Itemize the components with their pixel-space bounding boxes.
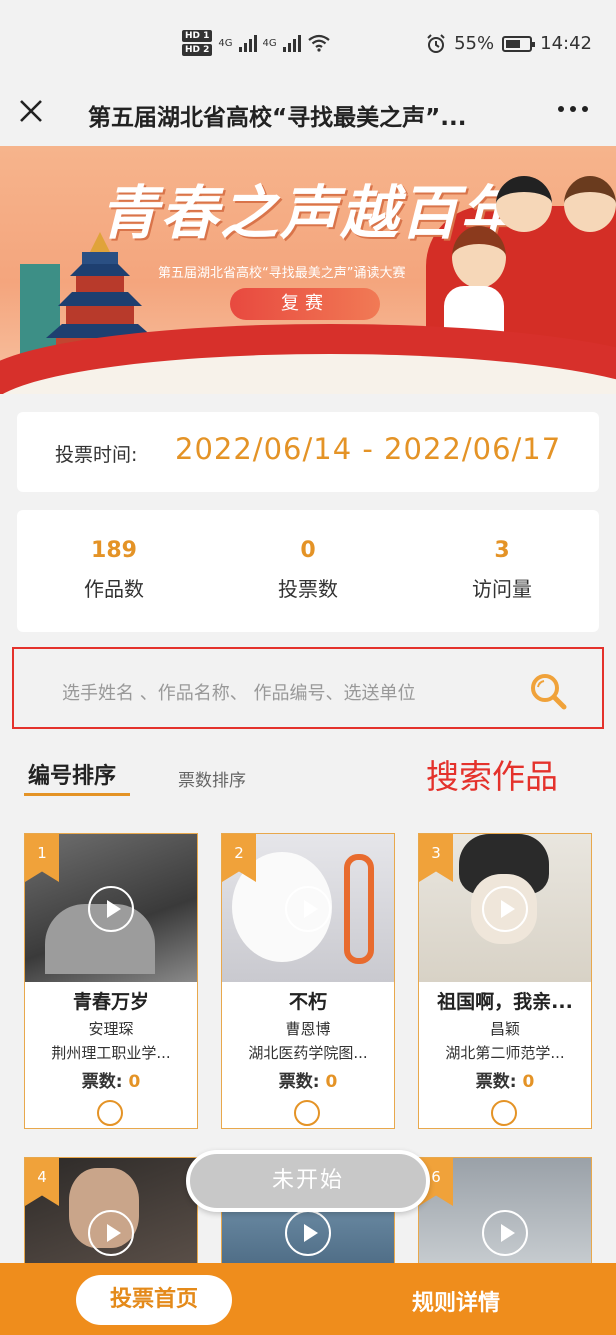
student-illustration-2 xyxy=(564,176,616,232)
vote-time-value: 2022/06/14 - 2022/06/17 xyxy=(175,432,562,466)
work-author: 安理琛 xyxy=(88,1020,134,1038)
play-icon[interactable] xyxy=(88,886,134,932)
sim-indicators: HD 1 HD 2 xyxy=(182,30,213,56)
battery-percent: 55% xyxy=(454,33,495,54)
work-title: 祖国啊，我亲... xyxy=(437,991,573,1013)
status-right: 55% 14:42 xyxy=(426,33,592,54)
votes-count: 0 xyxy=(128,1072,141,1092)
work-title: 青春万岁 xyxy=(72,991,149,1013)
vote-select-radio[interactable] xyxy=(97,1100,123,1126)
votes-label: 票数: xyxy=(475,1072,517,1092)
votes-count: 0 xyxy=(325,1072,338,1092)
not-started-button[interactable]: 未开始 xyxy=(186,1150,430,1212)
sort-tabs: 编号排序 票数排序 搜索作品 xyxy=(0,740,616,820)
work-card[interactable]: 3 祖国啊，我亲... 昌颖 湖北第二师范学... 票数: 0 xyxy=(418,833,592,1129)
search-icon[interactable] xyxy=(528,671,568,711)
votes-label: 票数: xyxy=(81,1072,123,1092)
stat-label: 访问量 xyxy=(472,577,532,601)
vote-select-radio[interactable] xyxy=(491,1100,517,1126)
play-icon[interactable] xyxy=(88,1210,134,1256)
search-annotation: 搜索作品 xyxy=(426,757,558,796)
vote-select-radio[interactable] xyxy=(294,1100,320,1126)
thumb-key xyxy=(344,854,374,964)
work-votes: 票数: 0 xyxy=(222,1067,394,1092)
stat-label: 投票数 xyxy=(278,577,338,601)
play-icon[interactable] xyxy=(482,886,528,932)
work-card[interactable]: 2 不朽 曹恩博 湖北医药学院图... 票数: 0 xyxy=(221,833,395,1129)
vote-home-button[interactable]: 投票首页 xyxy=(76,1275,232,1325)
tab-active-underline xyxy=(24,793,130,796)
clock: 14:42 xyxy=(540,33,592,54)
tab-sort-by-number[interactable]: 编号排序 xyxy=(28,758,116,790)
stat-value: 3 xyxy=(494,538,510,563)
vote-time-card: 投票时间: 2022/06/14 - 2022/06/17 xyxy=(17,412,599,492)
work-card[interactable]: 1 青春万岁 安理琛 荆州理工职业学... 票数: 0 xyxy=(24,833,198,1129)
network1-label: 4G xyxy=(218,37,233,49)
sim2-badge: HD 2 xyxy=(182,44,213,56)
work-author: 昌颖 xyxy=(489,1020,520,1038)
stats-card: 189 作品数 0 投票数 3 访问量 xyxy=(17,510,599,632)
more-icon[interactable] xyxy=(558,106,588,112)
stat-visits: 3 访问量 xyxy=(405,510,599,632)
play-icon[interactable] xyxy=(285,886,331,932)
stat-label: 作品数 xyxy=(84,577,144,601)
work-org: 荆州理工职业学... xyxy=(51,1044,171,1062)
network2-label: 4G xyxy=(262,37,277,49)
work-votes: 票数: 0 xyxy=(25,1067,197,1092)
status-bar: HD 1 HD 2 4G 4G 55% 14:42 xyxy=(0,0,616,88)
play-icon[interactable] xyxy=(482,1210,528,1256)
signal2-icon xyxy=(282,34,301,52)
student-illustration-1 xyxy=(496,176,552,232)
work-card[interactable]: 6 xyxy=(418,1157,592,1267)
signal1-icon xyxy=(238,34,257,52)
work-card[interactable]: 4 xyxy=(24,1157,198,1267)
nav-bar: 第五届湖北省高校“寻找最美之声”... xyxy=(0,88,616,146)
work-org: 湖北第二师范学... xyxy=(445,1044,565,1062)
rules-detail-button[interactable]: 规则详情 xyxy=(412,1285,500,1317)
play-icon[interactable] xyxy=(285,1210,331,1256)
battery-icon xyxy=(502,35,536,52)
tab-sort-by-votes[interactable]: 票数排序 xyxy=(178,766,246,791)
search-box[interactable]: 选手姓名 、作品名称、 作品编号、选送单位 xyxy=(12,647,604,729)
status-left: HD 1 HD 2 4G 4G xyxy=(182,30,331,56)
banner: 青春之声越百年 第五届湖北省高校“寻找最美之声”诵读大赛 复赛 xyxy=(0,146,616,394)
wifi-icon xyxy=(307,34,330,52)
sim1-badge: HD 1 xyxy=(182,30,213,42)
vote-time-label: 投票时间: xyxy=(55,444,138,466)
work-title: 不朽 xyxy=(288,991,327,1013)
banner-stage-badge: 复赛 xyxy=(230,288,380,320)
alarm-icon xyxy=(427,33,445,53)
work-author: 曹恩博 xyxy=(285,1020,331,1038)
votes-label: 票数: xyxy=(278,1072,320,1092)
close-icon[interactable] xyxy=(18,98,44,124)
student-illustration-3 xyxy=(452,226,506,288)
votes-count: 0 xyxy=(522,1072,535,1092)
stat-works: 189 作品数 xyxy=(17,510,211,632)
banner-subline: 第五届湖北省高校“寻找最美之声”诵读大赛 xyxy=(158,266,406,281)
stat-votes: 0 投票数 xyxy=(211,510,405,632)
work-votes: 票数: 0 xyxy=(419,1067,591,1092)
page-title: 第五届湖北省高校“寻找最美之声”... xyxy=(88,105,467,131)
search-input[interactable]: 选手姓名 、作品名称、 作品编号、选送单位 xyxy=(62,679,415,705)
stat-value: 189 xyxy=(91,538,137,563)
work-org: 湖北医药学院图... xyxy=(248,1044,368,1062)
bottom-bar: 投票首页 规则详情 xyxy=(0,1263,616,1335)
stat-value: 0 xyxy=(300,538,316,563)
